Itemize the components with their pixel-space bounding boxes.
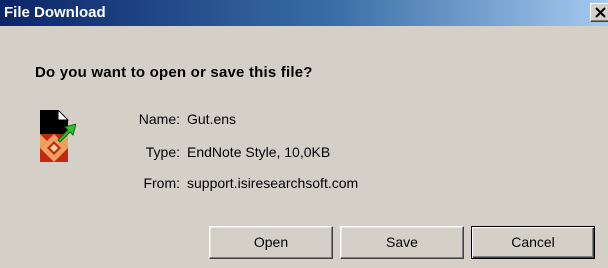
type-value: EndNote Style, 10,0KB: [187, 144, 331, 160]
file-download-dialog: File Download Do you want to open or sav…: [0, 0, 608, 268]
cancel-button[interactable]: Cancel: [471, 226, 595, 259]
title-bar[interactable]: File Download: [0, 0, 608, 26]
type-label: Type:: [145, 144, 180, 160]
close-button[interactable]: [590, 3, 608, 22]
open-button[interactable]: Open: [209, 226, 333, 259]
download-question: Do you want to open or save this file?: [35, 64, 313, 81]
save-button[interactable]: Save: [340, 226, 464, 259]
from-value: support.isiresearchsoft.com: [187, 175, 359, 191]
dialog-title: File Download: [4, 4, 106, 21]
from-label: From:: [143, 175, 180, 191]
name-label: Name:: [138, 111, 180, 127]
name-value: Gut.ens: [187, 111, 237, 127]
close-icon: [595, 7, 606, 18]
